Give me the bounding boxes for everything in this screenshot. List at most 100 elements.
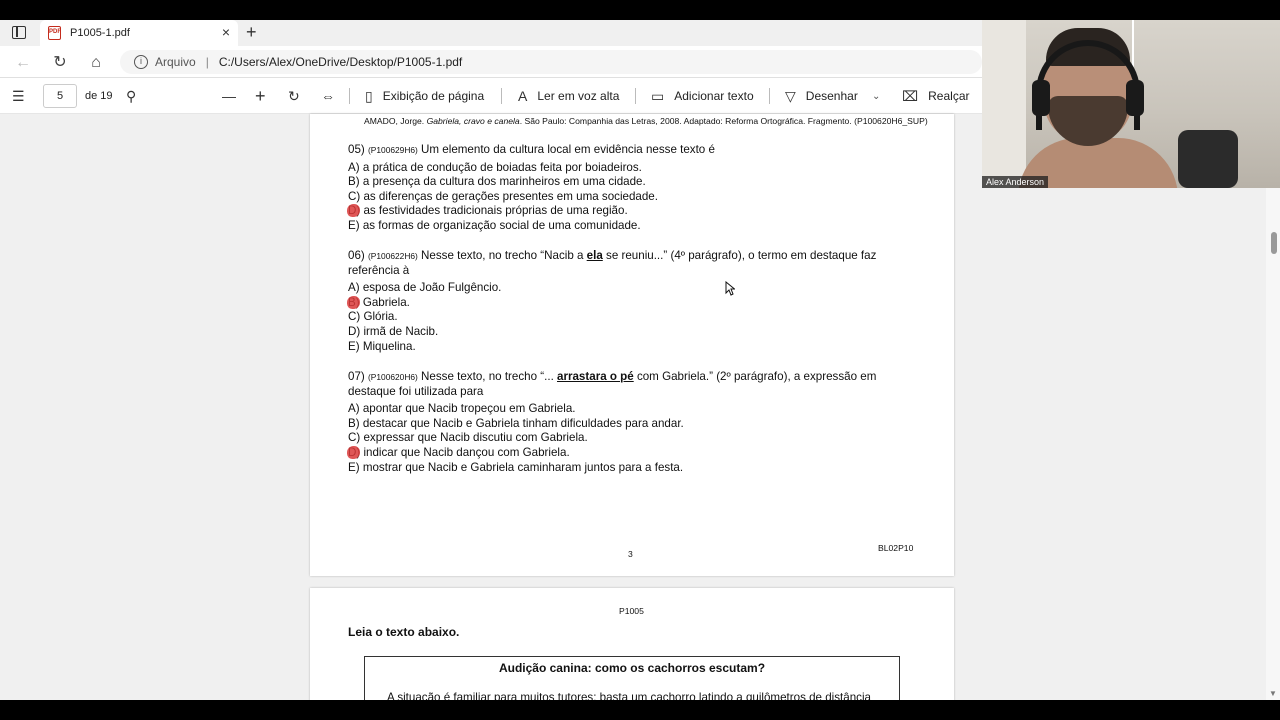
question-07-option-b: B) destacar que Nacib e Gabriela tinham … [348, 417, 684, 430]
question-06-option-a: A) esposa de João Fulgêncio. [348, 281, 502, 294]
question-07-option-d: D) indicar que Nacib dançou com Gabriela… [348, 446, 570, 459]
answer-mark [347, 446, 360, 459]
question-05-option-e: E) as formas de organização social de um… [348, 219, 641, 232]
page-number: 3 [628, 549, 633, 559]
scroll-down-arrow-icon[interactable]: ▼ [1269, 689, 1277, 698]
question-05-option-a: A) a prática de condução de boiadas feit… [348, 161, 642, 174]
question-code: (P100622H6) [368, 251, 418, 261]
question-code: (P100620H6) [368, 372, 418, 382]
vertical-scrollbar[interactable]: ▲ ▼ [1266, 114, 1280, 700]
add-text-icon: ▭ [651, 87, 665, 104]
draw-icon: ▽ [785, 87, 796, 104]
new-tab-button[interactable]: + [246, 22, 257, 43]
question-stem: Nesse texto, no trecho “... [417, 370, 558, 383]
zoom-in-icon[interactable]: + [255, 78, 266, 114]
question-06-option-d: D) irmã de Nacib. [348, 325, 439, 338]
rotate-icon[interactable]: ↻ [288, 78, 300, 114]
draw-label: Desenhar [805, 89, 858, 103]
tab-title: P1005-1.pdf [70, 27, 130, 39]
webcam-chair [1178, 130, 1238, 188]
page-number-input-wrap[interactable]: 5 [43, 78, 77, 114]
headset-earcup-right [1126, 80, 1144, 116]
citation-line: AMADO, Jorge. Gabriela, cravo e canela. … [364, 116, 928, 126]
citation-author: AMADO, Jorge. [364, 116, 427, 126]
page-header-code: P1005 [619, 606, 644, 616]
question-05-option-b: B) a presença da cultura dos marinheiros… [348, 175, 646, 188]
toolbar-divider [769, 88, 770, 104]
read-aloud-button[interactable]: A Ler em voz alta [518, 78, 619, 114]
question-06-option-e: E) Miquelina. [348, 340, 416, 353]
highlight-label: Realçar [928, 89, 970, 103]
tab-actions-icon[interactable] [12, 26, 26, 39]
text-box-title: Audição canina: como os cachorros escuta… [498, 661, 766, 675]
pdf-file-icon: PDF [48, 26, 61, 40]
address-bar-row: ← ↻ ⌂ i Arquivo | C:/Users/Alex/OneDrive… [0, 46, 982, 78]
toolbar-divider [349, 88, 350, 104]
info-icon[interactable]: i [134, 55, 148, 69]
toolbar-divider [501, 88, 502, 104]
webcam-background-frame [1132, 20, 1262, 80]
webcam-name-label: Alex Anderson [982, 176, 1049, 188]
webcam-background-door [982, 20, 1026, 188]
question-05-option-d: D) as festividades tradicionais próprias… [348, 204, 628, 217]
address-scheme-label: Arquivo [155, 55, 196, 69]
zoom-out-icon[interactable]: — [222, 78, 236, 114]
search-icon[interactable]: ⚲ [126, 78, 136, 114]
pdf-toolbar: ☰ 5 de 19 ⚲ — + ↻ ⇔ ▯ Exibição de página… [0, 78, 982, 114]
page-number-input[interactable]: 5 [43, 84, 77, 108]
page-footer-code: BL02P10 [878, 543, 914, 553]
webcam-video: Alex Anderson [982, 20, 1280, 188]
highlight-button[interactable]: ⌧ Realçar [902, 78, 970, 114]
window-bottom-border [0, 700, 1280, 720]
question-07-stem: 07) (P100620H6) Nesse texto, no trecho “… [348, 370, 916, 399]
reading-instruction: Leia o texto abaixo. [348, 625, 460, 639]
citation-rest: . São Paulo: Companhia das Letras, 2008.… [519, 116, 928, 126]
window-top-border [0, 0, 1280, 20]
question-05-option-c: C) as diferenças de gerações presentes e… [348, 190, 658, 203]
page-view-icon: ▯ [365, 87, 373, 104]
question-number: 05) [348, 143, 365, 156]
question-number: 06) [348, 249, 365, 262]
question-05-stem: 05) (P100629H6) Um elemento da cultura l… [348, 143, 916, 158]
read-aloud-icon: A [518, 88, 528, 104]
home-icon[interactable]: ⌂ [85, 52, 107, 74]
address-separator: | [205, 55, 209, 69]
mouse-cursor-icon [725, 281, 735, 296]
citation-title: Gabriela, cravo e canela [426, 116, 520, 126]
question-07-option-c: C) expressar que Nacib discutiu com Gabr… [348, 431, 588, 444]
highlight-icon: ⌧ [902, 87, 919, 104]
question-stem: Um elemento da cultura local em evidênci… [417, 143, 715, 156]
toolbar-divider [635, 88, 636, 104]
question-06-option-c: C) Glória. [348, 310, 398, 323]
tab-strip: PDF P1005-1.pdf × + [0, 20, 982, 46]
question-06-stem: 06) (P100622H6) Nesse texto, no trecho “… [348, 249, 916, 278]
add-text-button[interactable]: ▭ Adicionar texto [651, 78, 754, 114]
page-view-label: Exibição de página [382, 89, 485, 103]
read-aloud-label: Ler em voz alta [537, 89, 620, 103]
answer-mark [347, 296, 360, 309]
question-code: (P100629H6) [368, 145, 418, 155]
reload-icon[interactable]: ↻ [49, 52, 71, 74]
scrollbar-thumb[interactable] [1271, 232, 1277, 254]
question-emphasis: arrastara o pé [557, 370, 634, 383]
pdf-page-3: AMADO, Jorge. Gabriela, cravo e canela. … [310, 114, 954, 576]
address-field[interactable]: i Arquivo | C:/Users/Alex/OneDrive/Deskt… [120, 50, 982, 74]
fit-page-icon[interactable]: ⇔ [321, 78, 335, 114]
add-text-label: Adicionar texto [674, 89, 754, 103]
headset-earcup-left [1032, 80, 1050, 116]
question-07-option-a: A) apontar que Nacib tropeçou em Gabriel… [348, 402, 576, 415]
answer-mark [347, 204, 360, 217]
page-view-button[interactable]: ▯ Exibição de página [365, 78, 484, 114]
contents-list-icon[interactable]: ☰ [12, 78, 25, 114]
tab-close-button[interactable]: × [222, 25, 230, 39]
question-number: 07) [348, 370, 365, 383]
question-stem: Nesse texto, no trecho “Nacib a [417, 249, 587, 262]
draw-button[interactable]: ▽ Desenhar [785, 78, 858, 114]
draw-dropdown-chevron-icon[interactable]: ⌄ [872, 78, 880, 114]
question-emphasis: ela [586, 249, 603, 262]
back-arrow-icon[interactable]: ← [12, 52, 34, 74]
question-07-option-e: E) mostrar que Nacib e Gabriela caminhar… [348, 461, 684, 474]
page-total: de 19 [85, 90, 113, 102]
address-url[interactable]: C:/Users/Alex/OneDrive/Desktop/P1005-1.p… [219, 55, 462, 69]
tab-pdf[interactable]: PDF P1005-1.pdf × [40, 20, 238, 46]
